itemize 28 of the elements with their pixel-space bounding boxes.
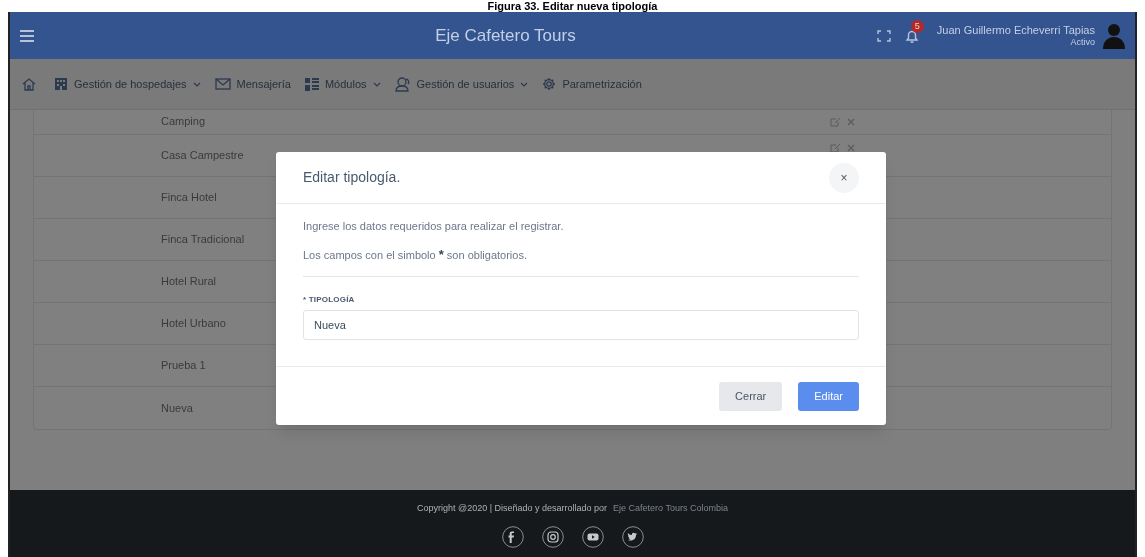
table-cell-text: Hotel Rural: [161, 274, 217, 290]
user-name: Juan Guillermo Echeverri Tapias: [936, 23, 1095, 36]
notification-badge: 5: [910, 19, 924, 33]
dialog-intro: Ingrese los datos requeridos para realizar el registrar.: [303, 219, 565, 233]
user-status: Activo: [1070, 36, 1095, 48]
cancel-button[interactable]: Cerrar: [719, 381, 783, 411]
table-cell-text: Finca Hotel: [161, 190, 217, 206]
table-cell-text: Camping: [161, 114, 206, 130]
table-cell-text: Finca Tradicional: [161, 232, 245, 248]
nav-menu-item[interactable]: Gestión de usuarios: [394, 75, 529, 93]
nav-menu-item[interactable]: Mensajería: [214, 75, 291, 93]
table-cell-text: Casa Campestre: [161, 148, 244, 164]
submit-button[interactable]: Editar: [798, 381, 859, 411]
field-label: * TIPOLOGÍA: [303, 294, 356, 306]
copyright-text: Copyright @2020 | Diseñado y desarrollado por: [417, 502, 608, 515]
table-cell-text: Hotel Urbano: [161, 316, 226, 332]
nav-menu-item[interactable]: Parametrización: [542, 75, 642, 93]
credit-link[interactable]: Eje Cafetero Tours Colombia: [613, 502, 728, 516]
nav-menu-item[interactable]: Módulos: [304, 75, 381, 93]
figure-caption: Figura 33. Editar nueva tipología: [487, 0, 658, 12]
typology-field[interactable]: Nueva: [303, 310, 859, 340]
table-cell-text: Prueba 1: [161, 358, 206, 374]
required-note: Los campos con el simbolo * son obligatorios.: [303, 248, 528, 262]
nav-menu-item[interactable]: Gestión de hospedajes: [54, 75, 201, 93]
table-cell-text: Nueva: [161, 400, 193, 416]
app-title: Eje Cafetero Tours: [435, 24, 576, 47]
dialog-title: Editar tipología.: [303, 168, 401, 187]
close-button[interactable]: ×: [829, 162, 859, 193]
